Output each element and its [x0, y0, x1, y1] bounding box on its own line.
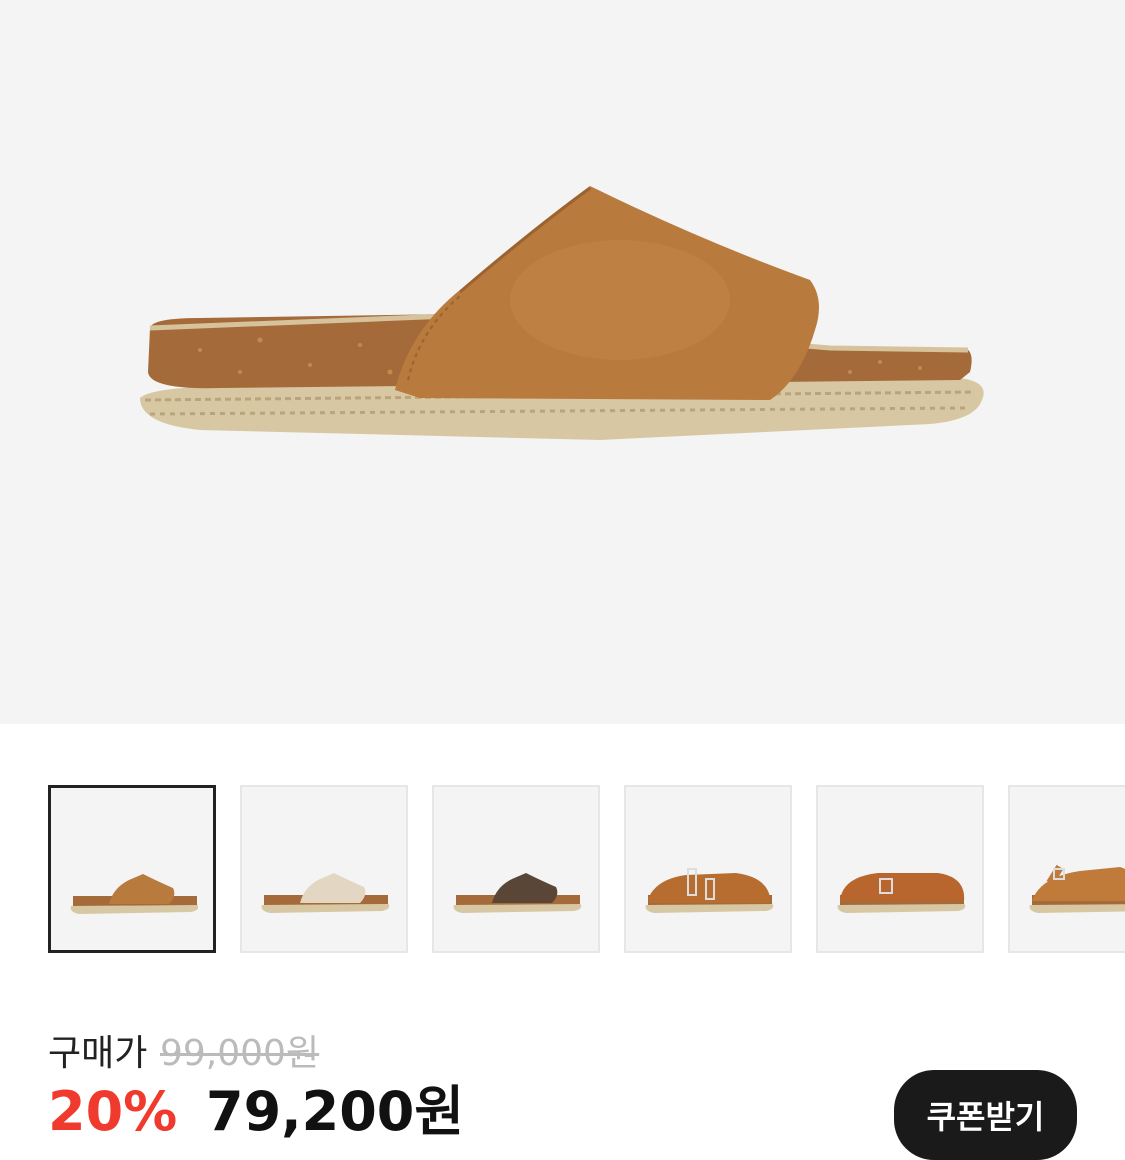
product-main-image [0, 0, 1125, 724]
thumbnail-brown-slide[interactable] [432, 785, 600, 953]
sandal-thumbnail-icon [70, 874, 199, 914]
sandal-thumbnail-icon [645, 868, 774, 913]
price-label: 구매가 [48, 1033, 148, 1074]
sale-price: 79,200원 [206, 1080, 465, 1143]
thumbnail-beige-slide[interactable] [240, 785, 408, 953]
thumbnail-tan-strap-sandal[interactable] [1008, 785, 1125, 953]
sandal-thumbnail-icon [261, 873, 390, 913]
suede-slide-sandal-image [140, 186, 984, 440]
sandal-thumbnail-icon [453, 873, 582, 913]
original-price: 99,000원 [160, 1033, 320, 1074]
discount-rate: 20% [48, 1080, 178, 1143]
thumbnail-tan-slide[interactable] [48, 785, 216, 953]
thumbnail-tan-double-buckle[interactable] [624, 785, 792, 953]
thumbnail-tan-clog[interactable] [816, 785, 984, 953]
sandal-thumbnail-icon [1029, 864, 1125, 913]
coupon-button[interactable]: 쿠폰받기 [894, 1070, 1077, 1160]
sandal-thumbnail-icon [837, 873, 966, 913]
thumbnail-strip[interactable] [48, 785, 1125, 953]
